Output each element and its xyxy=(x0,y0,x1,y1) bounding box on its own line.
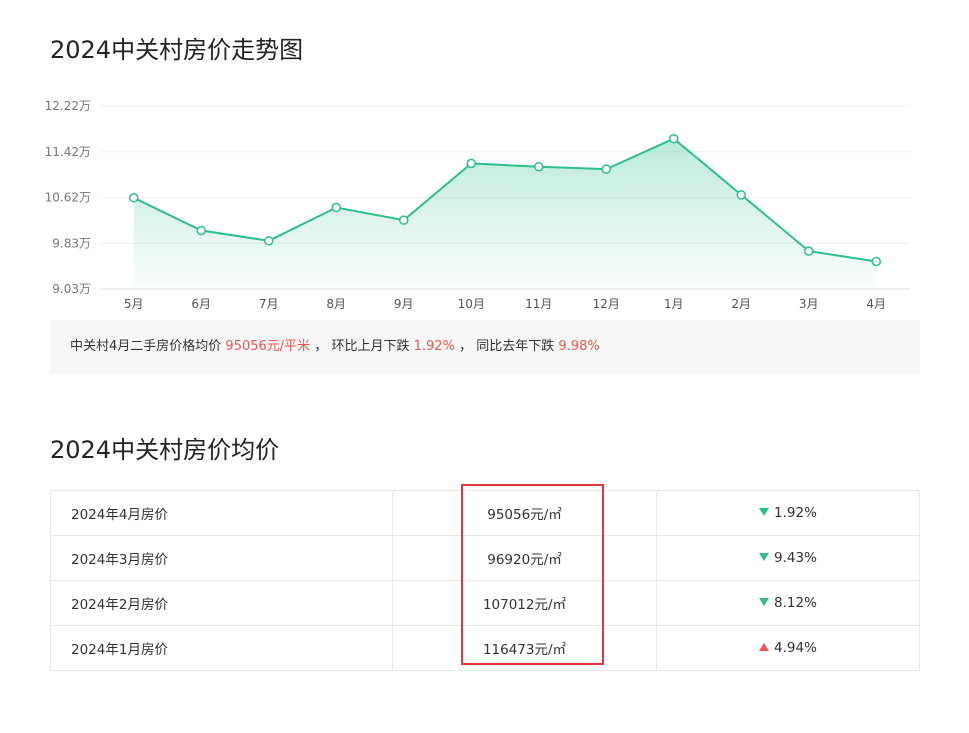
x-tick-label: 6月 xyxy=(191,297,211,311)
chart-data-point[interactable] xyxy=(331,202,341,213)
row-month-label: 2024年2月房价 xyxy=(50,580,393,626)
summary-price: 95056元/平米 xyxy=(225,339,311,354)
row-price: 116473元/㎡ xyxy=(392,625,657,671)
down-arrow-icon xyxy=(759,598,770,606)
table-row: 2024年4月房价 95056元/㎡ 1.92% xyxy=(50,490,920,536)
row-change: 9.43% xyxy=(656,535,920,581)
up-arrow-icon xyxy=(759,643,770,651)
summary-mom-text: 环比上月下跌 xyxy=(331,339,410,354)
x-tick-label: 11月 xyxy=(525,297,552,311)
summary-yoy-text: 同比去年下跌 xyxy=(476,339,555,354)
x-tick-label: 2月 xyxy=(731,297,751,311)
row-price: 107012元/㎡ xyxy=(392,580,657,626)
chart-data-point[interactable] xyxy=(129,193,139,203)
row-change-value: 1.92% xyxy=(774,505,817,521)
chart-data-point[interactable] xyxy=(196,225,206,236)
chart-data-point[interactable] xyxy=(466,158,476,169)
row-month-label: 2024年4月房价 xyxy=(50,490,393,536)
average-price-title: 2024中关村房价均价 xyxy=(50,436,280,464)
x-tick-label: 9月 xyxy=(394,297,414,311)
down-arrow-icon xyxy=(759,508,770,516)
chart-data-point[interactable] xyxy=(264,236,274,246)
x-tick-label: 8月 xyxy=(326,297,346,311)
summary-separator: ， xyxy=(314,339,328,354)
row-price: 95056元/㎡ xyxy=(392,490,657,536)
summary-mom-value: 1.92% xyxy=(413,339,455,354)
row-change-value: 8.12% xyxy=(774,595,817,611)
x-tick-label: 7月 xyxy=(259,297,279,311)
x-tick-label: 12月 xyxy=(593,297,620,311)
monthly-price-table: 2024年4月房价 95056元/㎡ 1.92% 2024年3月房价 96920… xyxy=(50,490,920,671)
x-tick-label: 1月 xyxy=(664,297,684,311)
chart-data-point[interactable] xyxy=(804,246,814,256)
table-row: 2024年3月房价 96920元/㎡ 9.43% xyxy=(50,535,920,581)
row-price: 96920元/㎡ xyxy=(392,535,657,581)
row-change: 4.94% xyxy=(656,625,920,671)
row-change: 8.12% xyxy=(656,580,920,626)
price-summary-bar: 中关村4月二手房价格均价 95056元/平米 ， 环比上月下跌 1.92% ， … xyxy=(50,320,920,374)
chart-x-axis: 5月 6月 7月 8月 9月 10月 11月 12月 1月 2月 3月 4月 xyxy=(124,297,886,311)
down-arrow-icon xyxy=(759,553,770,561)
table-row: 2024年1月房价 116473元/㎡ 4.94% xyxy=(50,625,920,671)
table-row: 2024年2月房价 107012元/㎡ 8.12% xyxy=(50,580,920,626)
x-tick-label: 5月 xyxy=(124,297,144,311)
summary-yoy-value: 9.98% xyxy=(558,339,600,354)
chart-y-axis: 12.22万 11.42万 10.62万 9.83万 9.03万 xyxy=(45,99,91,296)
row-change-value: 9.43% xyxy=(774,550,817,566)
chart-data-point[interactable] xyxy=(534,162,544,172)
summary-prefix: 中关村4月二手房价格均价 xyxy=(70,339,222,354)
price-trend-chart: 12.22万 11.42万 10.62万 9.83万 9.03万 5月 6月 7月 8月 9月 1… xyxy=(45,99,910,311)
y-tick-label: 11.42万 xyxy=(45,145,91,159)
x-tick-label: 3月 xyxy=(799,297,819,311)
y-tick-label: 9.83万 xyxy=(52,236,91,250)
y-tick-label: 10.62万 xyxy=(45,191,91,205)
chart-data-point[interactable] xyxy=(871,256,881,267)
chart-data-point[interactable] xyxy=(601,164,611,174)
chart-data-point[interactable] xyxy=(669,133,679,144)
chart-data-point[interactable] xyxy=(736,190,746,200)
row-change: 1.92% xyxy=(656,490,920,536)
row-month-label: 2024年3月房价 xyxy=(50,535,393,581)
summary-separator: ， xyxy=(459,339,473,354)
x-tick-label: 10月 xyxy=(458,297,485,311)
row-change-value: 4.94% xyxy=(774,640,817,656)
chart-data-point[interactable] xyxy=(399,215,409,225)
x-tick-label: 4月 xyxy=(866,297,886,311)
y-tick-label: 12.22万 xyxy=(45,99,91,113)
row-month-label: 2024年1月房价 xyxy=(50,625,393,671)
y-tick-label: 9.03万 xyxy=(52,282,91,296)
